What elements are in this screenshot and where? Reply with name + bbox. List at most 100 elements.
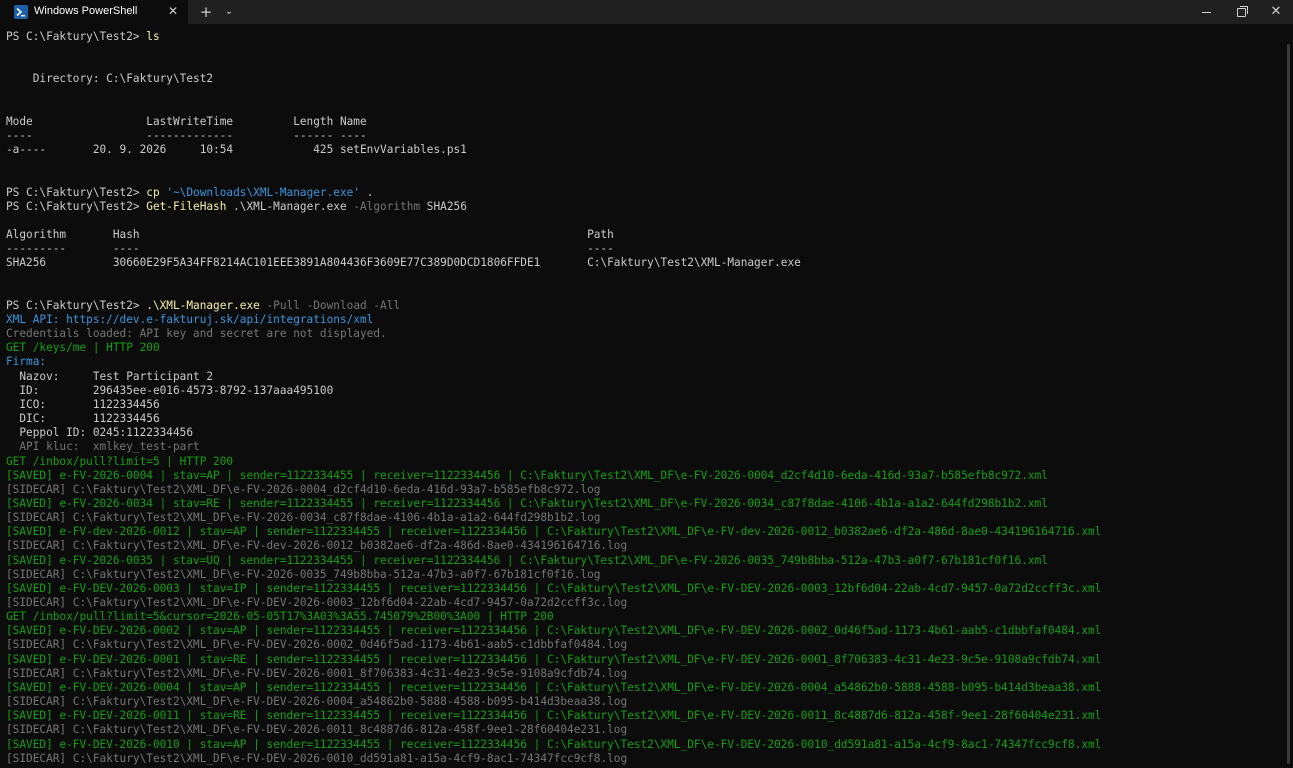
tab-title: Windows PowerShell bbox=[34, 5, 138, 17]
terminal-text: -Algorithm bbox=[353, 199, 421, 213]
terminal-text: PS C:\Faktury\Test2> bbox=[6, 298, 147, 312]
terminal-line: Mode LastWriteTime Length Name bbox=[6, 115, 367, 129]
terminal-line: DIC: 1122334456 bbox=[6, 412, 160, 426]
terminal-text: [SIDECAR] C:\Faktury\Test2\XML_DF\e-FV-D… bbox=[6, 751, 628, 765]
terminal-text: Mode LastWriteTime Length Name bbox=[6, 114, 367, 128]
terminal-text: ls bbox=[146, 30, 160, 43]
terminal-line: [SAVED] e-FV-DEV-2026-0003 | stav=IP | s… bbox=[6, 582, 1101, 596]
terminal-text: ICO: 1122334456 bbox=[6, 397, 160, 411]
chevron-down-icon[interactable]: ⌄ bbox=[219, 0, 239, 24]
terminal-line: [SIDECAR] C:\Faktury\Test2\XML_DF\e-FV-D… bbox=[6, 752, 627, 766]
terminal-text: API kluc: xmlkey_test-part bbox=[6, 440, 200, 454]
tab-windows-powershell[interactable]: Windows PowerShell ✕ bbox=[0, 0, 188, 24]
title-bar: Windows PowerShell ✕ + ⌄ ✕ bbox=[0, 0, 1293, 24]
terminal-text: Algorithm Hash Path bbox=[6, 228, 614, 242]
terminal-text: [SAVED] e-FV-2026-0035 | stav=UQ | sende… bbox=[6, 553, 1048, 567]
terminal-line: SHA256 30660E29F5A34FF8214AC101EEE3891A8… bbox=[6, 256, 801, 270]
terminal-line: --------- ---- ---- bbox=[6, 242, 614, 256]
terminal-line: [SIDECAR] C:\Faktury\Test2\XML_DF\e-FV-D… bbox=[6, 638, 627, 652]
terminal-line: [SIDECAR] C:\Faktury\Test2\XML_DF\e-FV-D… bbox=[6, 596, 627, 610]
terminal-text: [SAVED] e-FV-DEV-2026-0010 | stav=AP | s… bbox=[6, 737, 1102, 751]
terminal-line: [SIDECAR] C:\Faktury\Test2\XML_DF\e-FV-2… bbox=[6, 511, 600, 525]
terminal-text: [SIDECAR] C:\Faktury\Test2\XML_DF\e-FV-D… bbox=[6, 596, 628, 609]
minimize-icon bbox=[1201, 12, 1211, 13]
terminal-line: PS C:\Faktury\Test2> cp '~\Downloads\XML… bbox=[6, 186, 373, 200]
terminal-line: Directory: C:\Faktury\Test2 bbox=[6, 72, 213, 86]
terminal-text: GET /keys/me | HTTP 200 bbox=[6, 341, 160, 355]
terminal-text: '~\Downloads\XML-Manager.exe' bbox=[166, 185, 361, 199]
close-window-button[interactable]: ✕ bbox=[1260, 0, 1292, 24]
terminal-text: [SIDECAR] C:\Faktury\Test2\XML_DF\e-FV-2… bbox=[6, 511, 601, 525]
terminal-text: [SAVED] e-FV-2026-0034 | stav=RE | sende… bbox=[6, 496, 1048, 510]
terminal-text: [SIDECAR] C:\Faktury\Test2\XML_DF\e-FV-D… bbox=[6, 723, 628, 737]
terminal-line: XML API: https://dev.e-fakturuj.sk/api/i… bbox=[6, 313, 373, 327]
new-tab-button[interactable]: + bbox=[196, 0, 216, 24]
terminal-text: Credentials loaded: API key and secret a… bbox=[6, 327, 387, 341]
terminal-line: API kluc: xmlkey_test-part bbox=[6, 440, 200, 454]
terminal-text: Peppol ID: 0245:1122334456 bbox=[6, 426, 194, 440]
terminal-text: XML API: https://dev.e-fakturuj.sk/api/i… bbox=[6, 313, 374, 326]
terminal-line: ID: 296435ee-e016-4573-8792-137aaa495100 bbox=[6, 384, 333, 398]
terminal-text: [SAVED] e-FV-DEV-2026-0001 | stav=RE | s… bbox=[6, 652, 1102, 666]
terminal-text: SHA256 30660E29F5A34FF8214AC101EEE3891A8… bbox=[6, 256, 801, 270]
terminal-text: PS C:\Faktury\Test2> bbox=[6, 30, 147, 43]
terminal-text: DIC: 1122334456 bbox=[6, 412, 160, 426]
terminal-text: --------- ---- ---- bbox=[6, 242, 614, 256]
terminal-line: GET /inbox/pull?limit=5 | HTTP 200 bbox=[6, 455, 233, 469]
terminal-line: [SAVED] e-FV-DEV-2026-0002 | stav=AP | s… bbox=[6, 624, 1101, 638]
terminal-text: cp bbox=[146, 185, 167, 199]
terminal-text: [SIDECAR] C:\Faktury\Test2\XML_DF\e-FV-2… bbox=[6, 567, 601, 581]
terminal-text: [SAVED] e-FV-DEV-2026-0011 | stav=RE | s… bbox=[6, 709, 1102, 723]
terminal-line: GET /inbox/pull?limit=5&cursor=2026-05-0… bbox=[6, 610, 554, 624]
terminal-line: [SAVED] e-FV-DEV-2026-0010 | stav=AP | s… bbox=[6, 738, 1101, 752]
terminal-line: Peppol ID: 0245:1122334456 bbox=[6, 426, 193, 440]
terminal-text: ---- ------------- ------ ---- bbox=[6, 129, 367, 143]
terminal-text: [SAVED] e-FV-2026-0004 | stav=AP | sende… bbox=[6, 468, 1048, 482]
terminal-line: Algorithm Hash Path bbox=[6, 228, 614, 242]
close-tab-icon[interactable]: ✕ bbox=[166, 4, 180, 18]
terminal-text: ID: 296435ee-e016-4573-8792-137aaa495100 bbox=[6, 383, 334, 397]
terminal-text: Directory: C:\Faktury\Test2 bbox=[6, 72, 214, 86]
terminal-text: [SIDECAR] C:\Faktury\Test2\XML_DF\e-FV-D… bbox=[6, 666, 628, 680]
terminal-line: ICO: 1122334456 bbox=[6, 397, 160, 412]
terminal-text: [SIDECAR] C:\Faktury\Test2\XML_DF\e-FV-d… bbox=[6, 539, 628, 553]
scrollbar-thumb[interactable] bbox=[1287, 44, 1290, 764]
terminal-text: [SAVED] e-FV-DEV-2026-0004 | stav=AP | s… bbox=[6, 680, 1102, 694]
terminal-output[interactable]: PS C:\Faktury\Test2> ls Directory: C:\Fa… bbox=[0, 24, 1285, 768]
terminal-text: SHA256 bbox=[420, 199, 467, 213]
terminal-line: [SAVED] e-FV-dev-2026-0012 | stav=AP | s… bbox=[6, 525, 1101, 539]
terminal-line: ---- ------------- ------ ---- bbox=[6, 129, 367, 143]
maximize-button[interactable] bbox=[1225, 0, 1257, 24]
terminal-text: PS C:\Faktury\Test2> bbox=[6, 199, 147, 213]
scrollbar[interactable] bbox=[1285, 24, 1293, 768]
terminal-line: [SIDECAR] C:\Faktury\Test2\XML_DF\e-FV-2… bbox=[6, 483, 600, 497]
terminal-line: [SIDECAR] C:\Faktury\Test2\XML_DF\e-FV-d… bbox=[6, 539, 627, 553]
terminal-text: [SIDECAR] C:\Faktury\Test2\XML_DF\e-FV-D… bbox=[6, 638, 628, 652]
terminal-line: [SIDECAR] C:\Faktury\Test2\XML_DF\e-FV-D… bbox=[6, 723, 627, 737]
restore-icon bbox=[1236, 6, 1248, 17]
terminal-text: . bbox=[360, 185, 374, 199]
terminal-text: Nazov: Test Participant 2 bbox=[6, 369, 214, 383]
terminal-text: .\XML-Manager.exe bbox=[146, 298, 260, 312]
terminal-text: [SIDECAR] C:\Faktury\Test2\XML_DF\e-FV-2… bbox=[6, 482, 601, 496]
terminal-line: [SAVED] e-FV-2026-0035 | stav=UQ | sende… bbox=[6, 554, 1048, 568]
terminal-text: GET /inbox/pull?limit=5&cursor=2026-05-0… bbox=[6, 610, 554, 624]
terminal-text: -a---- 20. 9. 2026 10:54 425 setEnvVaria… bbox=[6, 143, 467, 157]
terminal-line: [SIDECAR] C:\Faktury\Test2\XML_DF\e-FV-2… bbox=[6, 568, 600, 582]
terminal-text: Firma: bbox=[6, 355, 47, 369]
terminal-line: [SAVED] e-FV-DEV-2026-0004 | stav=AP | s… bbox=[6, 681, 1101, 695]
terminal-line: Credentials loaded: API key and secret a… bbox=[6, 327, 387, 341]
terminal-text: GET /inbox/pull?limit=5 | HTTP 200 bbox=[6, 454, 234, 468]
terminal-line: Nazov: Test Participant 2 bbox=[6, 370, 213, 384]
terminal-text: .\XML-Manager.exe bbox=[226, 199, 354, 213]
terminal-text: Get-FileHash bbox=[146, 199, 227, 213]
powershell-icon bbox=[14, 5, 28, 19]
terminal-line: PS C:\Faktury\Test2> .\XML-Manager.exe -… bbox=[6, 299, 400, 313]
terminal-line: [SAVED] e-FV-DEV-2026-0011 | stav=RE | s… bbox=[6, 709, 1101, 723]
minimize-button[interactable] bbox=[1190, 0, 1222, 24]
terminal-line: [SAVED] e-FV-DEV-2026-0001 | stav=RE | s… bbox=[6, 653, 1101, 667]
terminal-text: [SAVED] e-FV-dev-2026-0012 | stav=AP | s… bbox=[6, 525, 1102, 539]
terminal-line: GET /keys/me | HTTP 200 bbox=[6, 341, 160, 355]
terminal-text: [SAVED] e-FV-DEV-2026-0002 | stav=AP | s… bbox=[6, 624, 1102, 638]
terminal-line: -a---- 20. 9. 2026 10:54 425 setEnvVaria… bbox=[6, 143, 467, 157]
